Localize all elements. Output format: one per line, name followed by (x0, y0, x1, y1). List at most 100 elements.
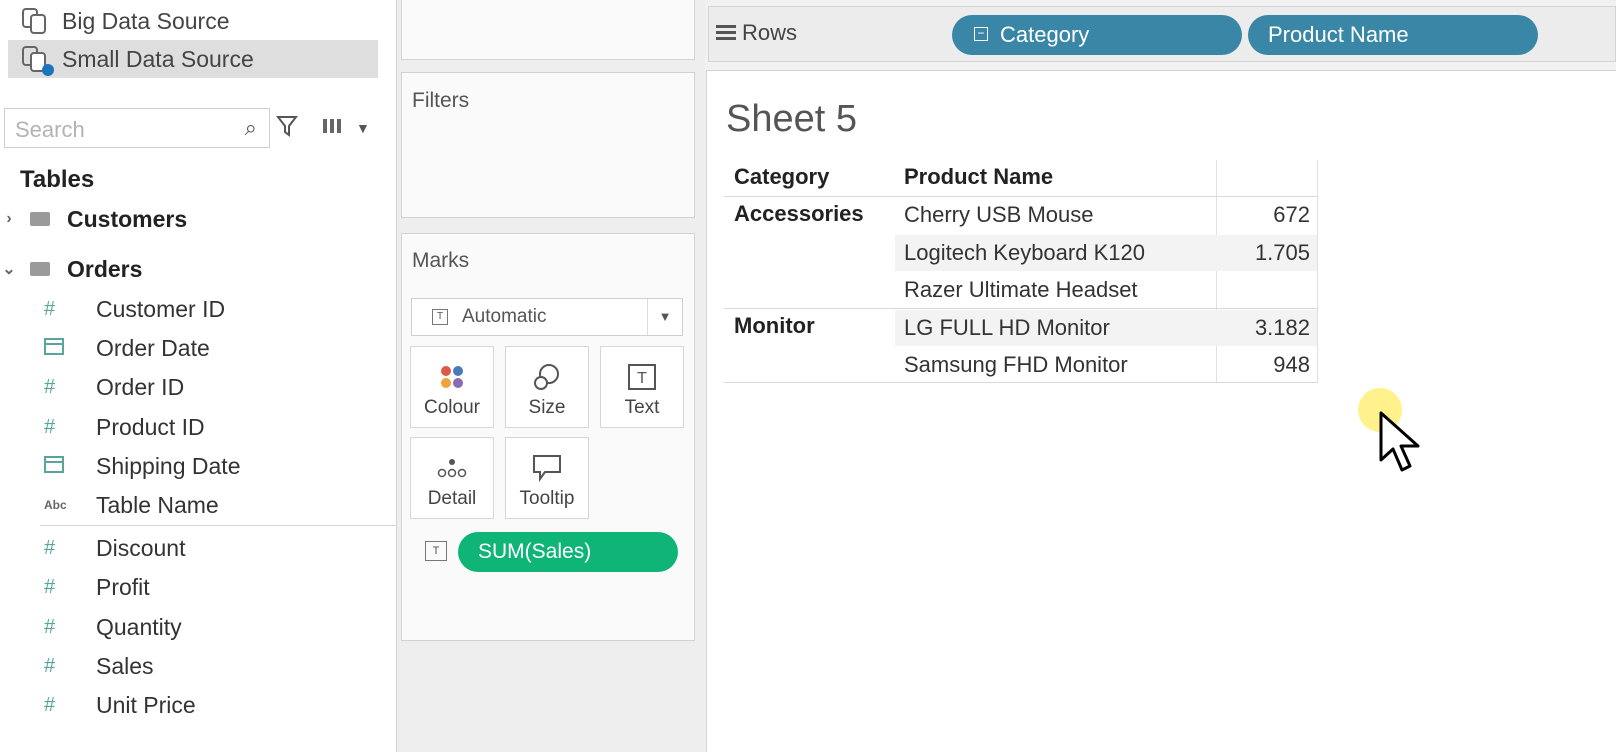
field-product-id[interactable]: # Product ID (0, 410, 205, 444)
divider (40, 525, 396, 526)
tooltip-icon (506, 448, 588, 488)
table-label: Orders (67, 255, 143, 282)
number-icon: # (44, 375, 56, 398)
table-bottom-divider (724, 382, 1318, 383)
text-label: Text (624, 397, 660, 418)
number-icon: # (44, 536, 56, 559)
field-discount[interactable]: # Discount (0, 531, 185, 565)
string-icon: Abc (44, 498, 67, 512)
table-icon (30, 212, 50, 226)
group-divider (724, 308, 1318, 309)
value-cell[interactable]: 3.182 (1220, 315, 1310, 341)
field-profit[interactable]: # Profit (0, 570, 150, 604)
database-icon (22, 46, 54, 76)
view-canvas[interactable] (706, 70, 1616, 752)
header-product-name[interactable]: Product Name (904, 164, 1053, 190)
database-icon (22, 8, 48, 34)
category-cell[interactable]: Accessories (734, 201, 864, 227)
chevron-down-icon[interactable]: ⌄ (2, 259, 16, 279)
detail-button[interactable]: Detail (410, 437, 494, 519)
header-divider (724, 196, 1318, 197)
number-icon: # (44, 297, 56, 320)
column-divider (1216, 160, 1217, 382)
pill-label: Product Name (1268, 22, 1409, 47)
colour-label: Colour (424, 397, 480, 418)
value-cell[interactable]: 948 (1220, 352, 1310, 378)
collapse-icon[interactable]: − (974, 27, 988, 41)
rows-icon (716, 24, 736, 45)
data-pane: Big Data Source Small Data Source ⌕ ▼ Ta… (0, 0, 397, 752)
chevron-down-icon[interactable]: ▼ (356, 120, 370, 136)
category-pill[interactable]: − Category (952, 15, 1242, 55)
marks-title: Marks (412, 249, 470, 272)
chevron-down-icon[interactable]: ▼ (647, 299, 682, 335)
value-cell[interactable]: 1.705 (1220, 240, 1310, 266)
field-quantity[interactable]: # Quantity (0, 610, 182, 644)
search-icon[interactable]: ⌕ (245, 115, 257, 141)
field-label: Profit (96, 573, 150, 600)
sum-sales-pill[interactable]: SUM(Sales) (458, 532, 678, 572)
filters-card[interactable]: Filters (401, 72, 695, 218)
product-cell[interactable]: Logitech Keyboard K120 (904, 240, 1145, 266)
search-box[interactable]: ⌕ (4, 108, 270, 148)
pages-card[interactable] (401, 0, 695, 60)
table-icon (30, 262, 50, 276)
size-button[interactable]: Size (505, 346, 589, 428)
data-source-label: Small Data Source (62, 45, 254, 72)
search-input[interactable] (13, 116, 227, 144)
field-label: Order Date (96, 334, 210, 361)
columns-view-icon[interactable] (322, 118, 344, 139)
field-customer-id[interactable]: # Customer ID (0, 292, 225, 326)
colour-icon (411, 357, 493, 397)
text-button[interactable]: T Text (600, 346, 684, 428)
table-orders[interactable]: ⌄ Orders (0, 253, 142, 285)
field-unit-price[interactable]: # Unit Price (0, 688, 196, 722)
category-cell[interactable]: Monitor (734, 313, 815, 339)
filter-icon[interactable] (275, 114, 299, 143)
field-label: Sales (96, 652, 154, 679)
colour-button[interactable]: Colour (410, 346, 494, 428)
field-label: Table Name (96, 491, 219, 518)
chevron-right-icon[interactable]: › (2, 210, 16, 228)
tooltip-button[interactable]: Tooltip (505, 437, 589, 519)
product-cell[interactable]: Razer Ultimate Headset (904, 277, 1138, 303)
calendar-icon (44, 337, 96, 360)
product-cell[interactable]: Cherry USB Mouse (904, 202, 1094, 228)
size-label: Size (528, 397, 566, 418)
text-mark-icon: T (432, 309, 448, 325)
pill-label: Category (1000, 22, 1090, 47)
tables-heading: Tables (20, 166, 95, 193)
product-cell[interactable]: Samsung FHD Monitor (904, 352, 1128, 378)
field-shipping-date[interactable]: Shipping Date (0, 449, 241, 483)
number-icon: # (44, 615, 56, 638)
tooltip-label: Tooltip (519, 488, 575, 509)
product-name-pill[interactable]: Product Name (1248, 15, 1538, 55)
size-icon (506, 357, 588, 397)
field-order-date[interactable]: Order Date (0, 331, 210, 365)
table-customers[interactable]: › Customers (0, 203, 187, 235)
field-label: Shipping Date (96, 452, 241, 479)
number-icon: # (44, 415, 56, 438)
mark-type-label: Automatic (462, 306, 547, 327)
number-icon: # (44, 654, 56, 677)
filters-title: Filters (412, 89, 470, 112)
calendar-icon (44, 455, 96, 478)
text-mark-icon[interactable]: T (425, 541, 447, 561)
data-source-big[interactable]: Big Data Source (8, 2, 378, 40)
number-icon: # (44, 693, 56, 716)
header-category[interactable]: Category (734, 164, 829, 190)
field-order-id[interactable]: # Order ID (0, 370, 184, 404)
text-icon: T (601, 357, 683, 397)
sheet-title: Sheet 5 (726, 98, 857, 140)
value-cell[interactable]: 672 (1220, 202, 1310, 228)
data-source-small[interactable]: Small Data Source (8, 40, 378, 78)
product-cell[interactable]: LG FULL HD Monitor (904, 315, 1110, 341)
field-label: Order ID (96, 373, 185, 400)
field-label: Unit Price (96, 691, 196, 718)
detail-icon (411, 448, 493, 488)
field-table-name[interactable]: Abc Table Name (0, 488, 219, 522)
field-label: Product ID (96, 413, 205, 440)
detail-label: Detail (427, 488, 477, 509)
field-sales[interactable]: # Sales (0, 649, 154, 683)
mark-type-dropdown[interactable]: T Automatic ▼ (411, 298, 683, 336)
